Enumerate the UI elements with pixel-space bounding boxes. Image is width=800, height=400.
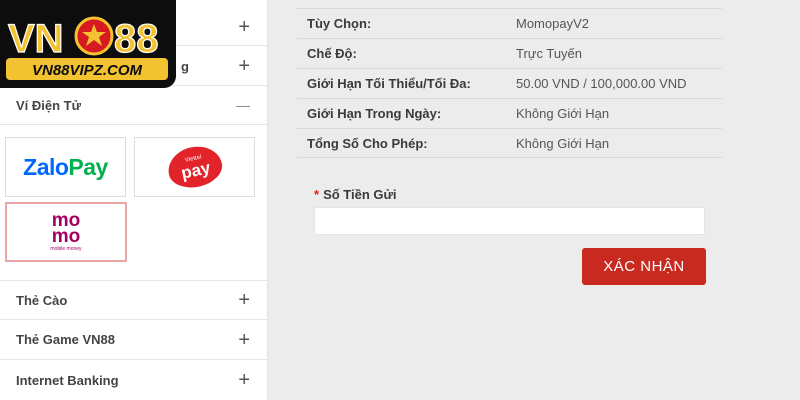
logo-vn: VN <box>8 17 64 61</box>
sidebar-item-internet-banking[interactable]: Internet Banking + <box>0 360 268 400</box>
sidebar-item-scratch-card[interactable]: Thẻ Cào + <box>0 281 268 320</box>
info-label: Chế Độ: <box>307 46 357 61</box>
logo-domain-text: VN88VIPZ.COM <box>32 62 143 79</box>
e-wallet-options: ZaloPay Viettel pay mo mo mobile money <box>0 125 268 281</box>
info-row-mode: Chế Độ: Trực Tuyến <box>297 38 722 68</box>
info-value: Trực Tuyến <box>516 46 583 61</box>
plus-icon: + <box>238 369 250 391</box>
minus-icon: — <box>236 97 250 113</box>
wallet-option-viettelpay[interactable]: Viettel pay <box>134 137 255 197</box>
momo-logo: mo mo mobile money <box>50 209 82 253</box>
deposit-amount-input[interactable] <box>314 207 705 235</box>
info-label: Giới Hạn Tối Thiểu/Tối Đa: <box>307 76 471 91</box>
plus-icon: + <box>238 15 250 38</box>
vn88-logo-graphic: VN 88 VN88VIPZ.COM <box>6 16 168 80</box>
required-mark: * <box>314 187 320 202</box>
sidebar-item-label: Internet Banking <box>16 372 119 388</box>
confirm-button[interactable]: XÁC NHẬN <box>582 248 706 285</box>
info-row-option: Tùy Chọn: MomopayV2 <box>297 8 722 38</box>
info-label: Giới Hạn Trong Ngày: <box>307 106 442 121</box>
sidebar-item-e-wallet[interactable]: Ví Điện Tử — <box>0 86 268 125</box>
info-value: MomopayV2 <box>516 16 589 31</box>
info-row-total-allowed: Tổng Số Cho Phép: Không Giới Hạn <box>297 128 722 158</box>
payment-info-table: Tùy Chọn: MomopayV2 Chế Độ: Trực Tuyến G… <box>297 8 722 158</box>
wallet-option-zalopay[interactable]: ZaloPay <box>5 137 126 197</box>
plus-icon: + <box>238 289 250 311</box>
deposit-amount-label: * Số Tiền Gửi <box>314 187 397 202</box>
info-value: 50.00 VND / 100,000.00 VND <box>516 76 687 91</box>
info-row-min-max: Giới Hạn Tối Thiểu/Tối Đa: 50.00 VND / 1… <box>297 68 722 98</box>
plus-icon: + <box>238 55 250 77</box>
info-label: Tổng Số Cho Phép: <box>307 135 428 151</box>
brand-logo: VN 88 VN88VIPZ.COM <box>0 0 176 88</box>
info-label: Tùy Chọn: <box>307 16 372 31</box>
plus-icon: + <box>238 328 250 351</box>
info-row-daily-limit: Giới Hạn Trong Ngày: Không Giới Hạn <box>297 98 722 128</box>
info-value: Không Giới Hạn <box>516 135 610 151</box>
sidebar-item-label: Thẻ Cào <box>16 292 68 308</box>
zalopay-logo: ZaloPay <box>23 153 108 180</box>
logo-88: 88 <box>114 17 159 61</box>
info-value: Không Giới Hạn <box>516 106 610 121</box>
deposit-amount-label-text: Số Tiền Gửi <box>323 187 397 202</box>
sidebar-item-game-card[interactable]: Thẻ Game VN88 + <box>0 320 268 360</box>
wallet-option-momo[interactable]: mo mo mobile money <box>5 202 127 262</box>
viettelpay-logo: Viettel pay <box>163 141 226 193</box>
sidebar-item-label: Thẻ Game VN88 <box>16 332 115 347</box>
sidebar-item-label: Ví Điện Tử <box>16 97 82 113</box>
